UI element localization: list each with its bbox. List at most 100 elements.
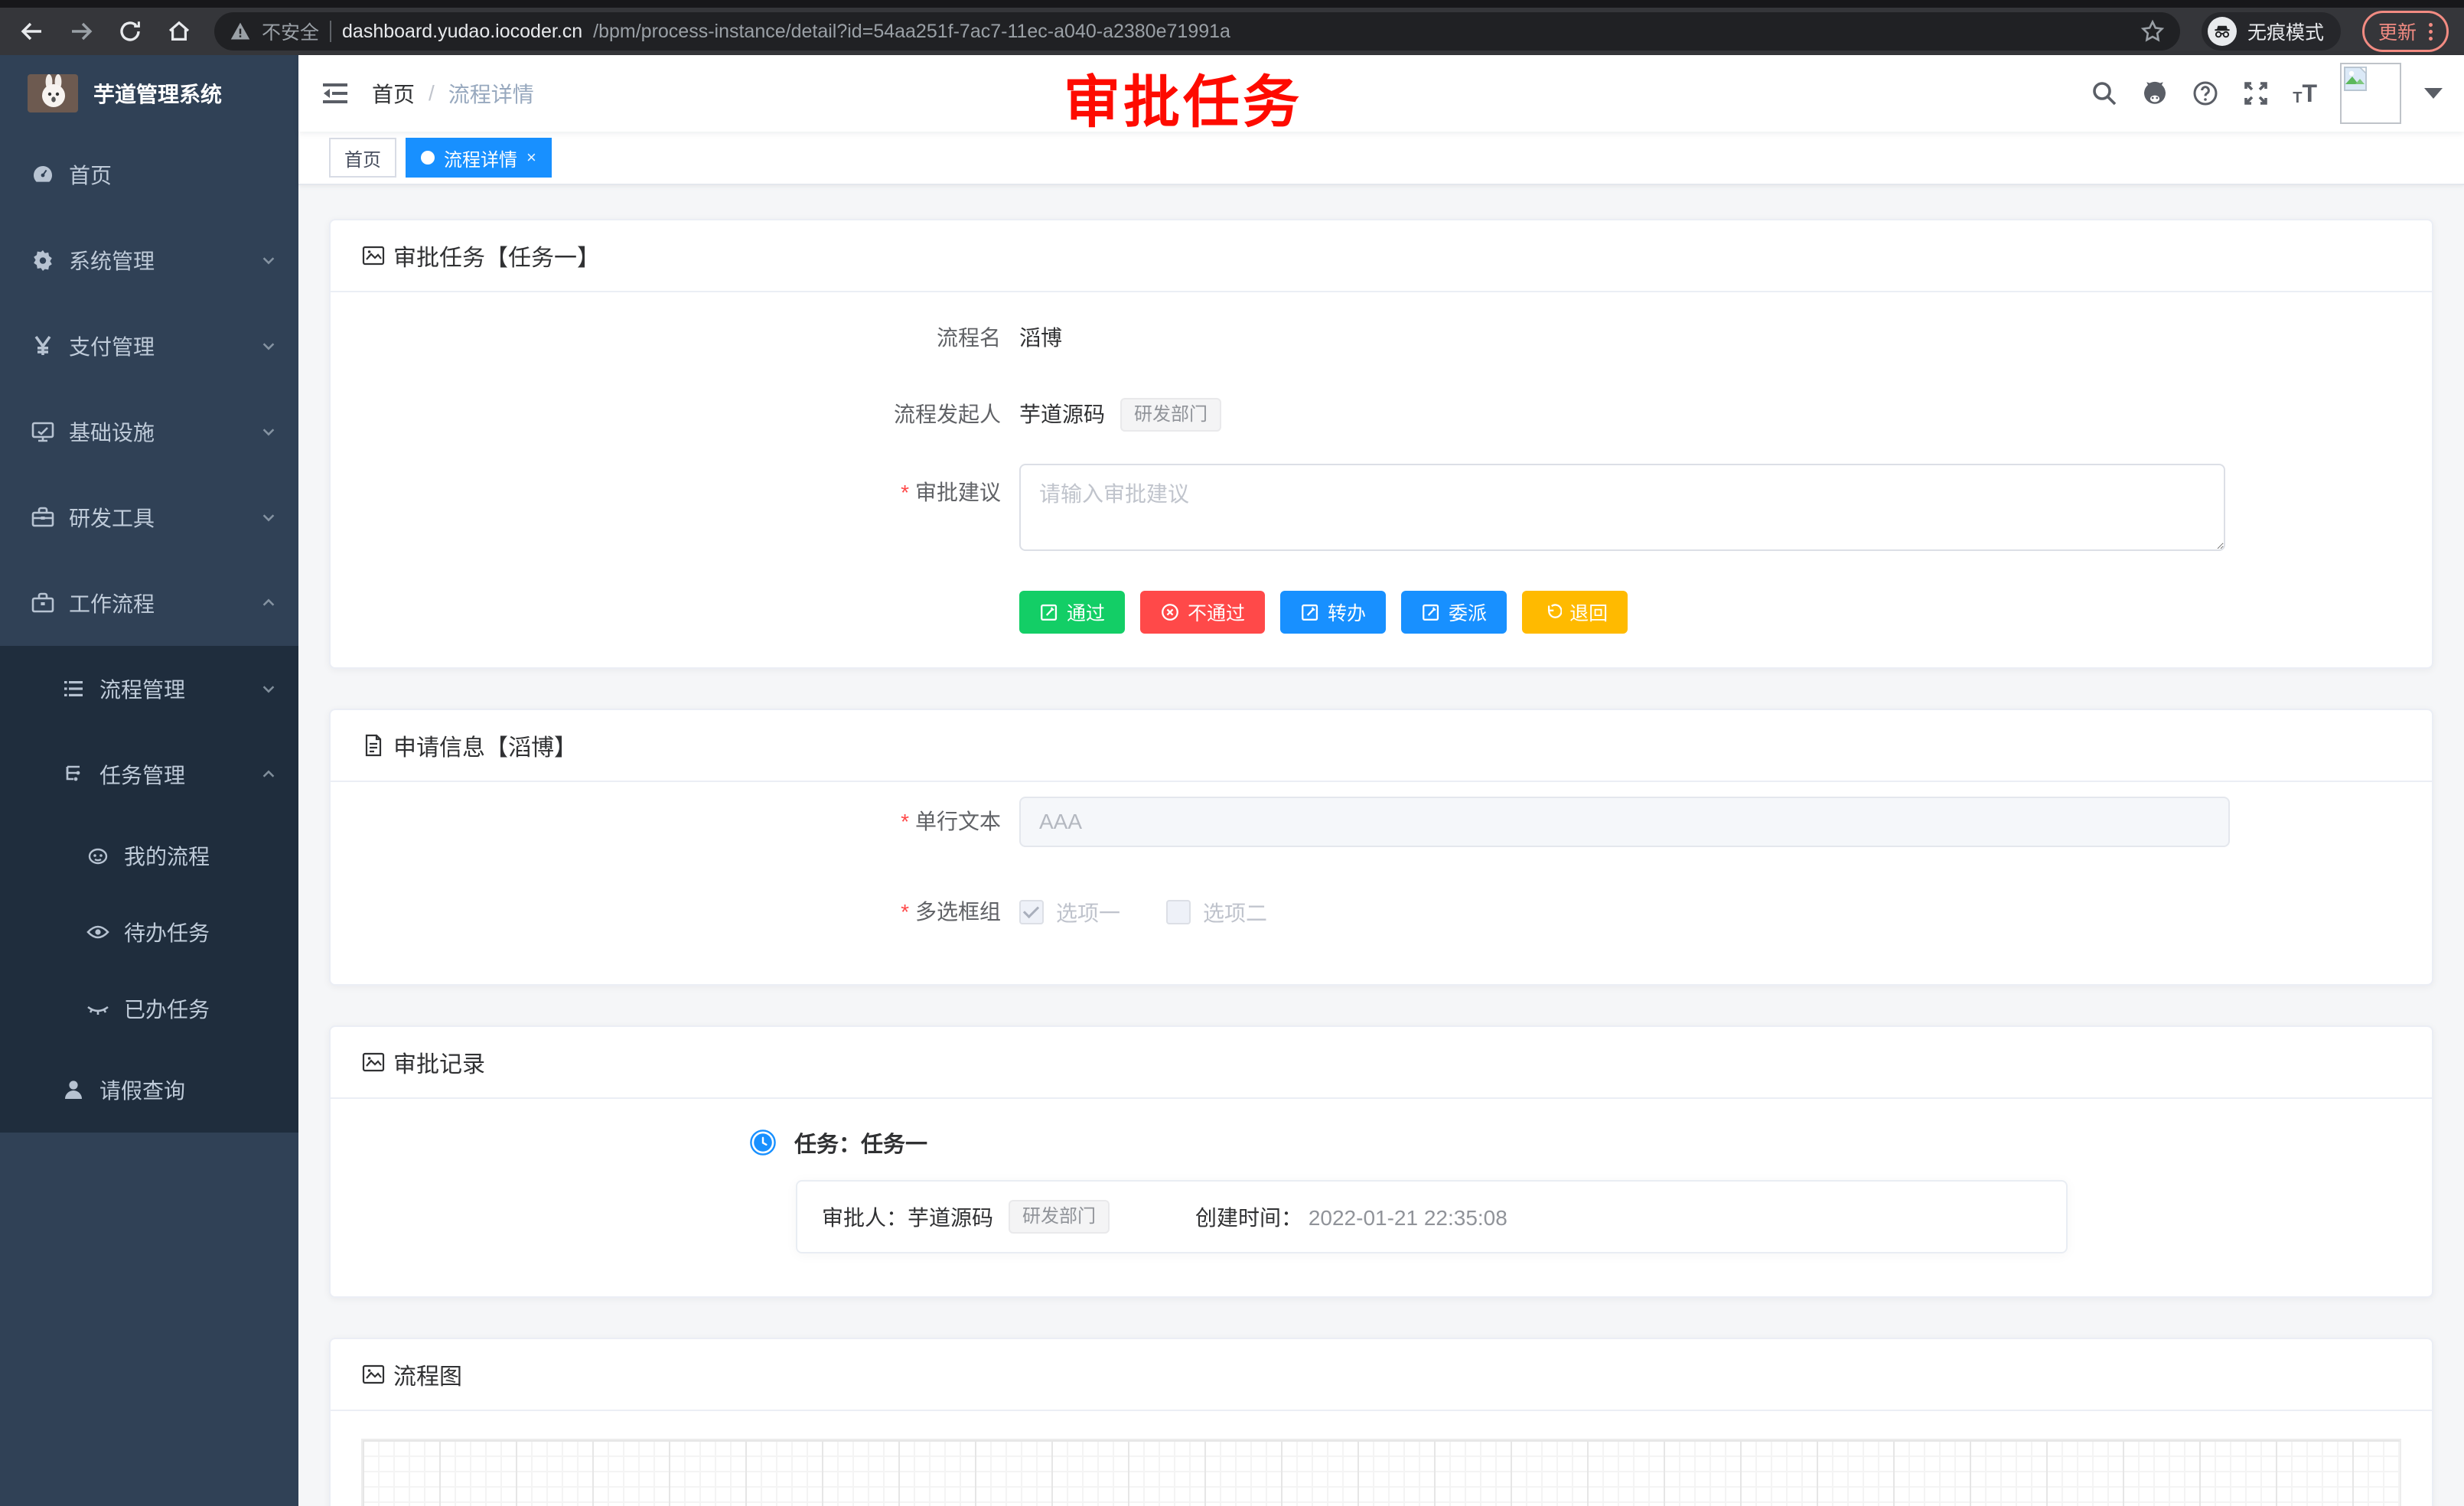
chevron-down-icon [260,423,277,440]
yen-icon [31,334,55,358]
warning-icon [230,21,251,42]
back-icon[interactable] [18,18,46,45]
sidebar-item-payment[interactable]: 支付管理 [0,303,298,389]
list-icon [61,676,86,701]
top-navbar: 首页 / 流程详情 审批任务 TT [298,55,2464,132]
checkbox-group-row: 多选框组 选项一 选项二 [361,895,2401,929]
sidebar-collapse-icon[interactable] [320,78,350,109]
github-icon[interactable] [2141,80,2169,107]
sidebar-item-devtools[interactable]: 研发工具 [0,474,298,560]
checkbox-label: 选项二 [1203,897,1267,927]
sidebar-item-done-tasks[interactable]: 已办任务 [0,970,298,1047]
approval-record-card: 审批记录 任务：任务一 审批人： 芋道源码 研发部门 [329,1025,2433,1298]
user-icon [61,1077,86,1102]
bookmark-star-icon[interactable] [2140,19,2165,44]
help-icon[interactable] [2192,80,2219,107]
eye-open-icon [86,920,110,944]
breadcrumb-current: 流程详情 [448,78,534,109]
tags-view: 首页 流程详情 × [298,132,2464,185]
sidebar-item-todo-tasks[interactable]: 待办任务 [0,894,298,970]
button-label: 退回 [1569,598,1608,626]
incognito-icon [2208,17,2237,46]
card-header: 流程图 [331,1339,2432,1411]
bpmn-canvas[interactable] [361,1439,2401,1506]
sidebar-item-label: 待办任务 [124,917,277,947]
process-name-row: 流程名 滔博 [361,311,2401,366]
sidebar-item-label: 已办任务 [124,993,277,1024]
url-bar[interactable]: 不安全 dashboard.yudao.iocoder.cn/bpm/proce… [214,12,2180,51]
checkbox-checked-icon [1019,900,1044,924]
transfer-button[interactable]: 转办 [1280,591,1386,634]
process-name-value: 滔博 [1019,311,1062,366]
sidebar-item-label: 工作流程 [69,588,246,618]
chevron-up-icon [260,766,277,783]
sidebar-item-leave-query[interactable]: 请假查询 [0,1047,298,1133]
sidebar-item-my-process[interactable]: 我的流程 [0,817,298,894]
incognito-label: 无痕模式 [2247,18,2324,45]
approver-value: 芋道源码 [908,1201,993,1232]
card-title: 流程图 [393,1358,462,1391]
initiator-value: 芋道源码 [1019,387,1105,442]
close-icon[interactable]: × [526,149,536,166]
checkbox-unchecked-icon [1166,900,1191,924]
fullscreen-icon[interactable] [2242,80,2270,107]
font-size-icon[interactable]: TT [2293,81,2317,106]
single-line-input: AAA [1019,797,2230,847]
field-label: 单行文本 [361,794,1019,849]
sidebar-item-task-mgmt[interactable]: 任务管理 [0,732,298,817]
reject-button[interactable]: 不通过 [1140,591,1265,634]
timeline-task-row: 任务：任务一 [750,1126,2401,1159]
card-title: 审批记录 [393,1045,485,1079]
card-title: 申请信息【滔博】 [393,729,577,762]
sidebar-item-label: 支付管理 [69,331,246,361]
update-button[interactable]: 更新 [2362,11,2449,52]
chevron-down-icon [260,252,277,269]
checkbox-label: 选项一 [1056,897,1120,927]
card-header: 申请信息【滔博】 [331,710,2432,782]
document-icon [361,733,386,758]
active-dot [421,151,435,165]
url-path: /bpm/process-instance/detail?id=54aa251f… [593,21,1230,43]
tree-icon [61,762,86,787]
suggestion-textarea[interactable] [1019,464,2225,551]
avatar[interactable] [2340,63,2401,124]
search-icon[interactable] [2091,80,2118,107]
sidebar-item-system[interactable]: 系统管理 [0,217,298,303]
breadcrumb-separator: / [429,81,435,106]
return-button[interactable]: 退回 [1522,591,1628,634]
navbar-actions: TT [2091,63,2443,124]
briefcase-icon [31,591,55,615]
tag-label: 首页 [344,145,381,171]
approve-button[interactable]: 通过 [1019,591,1125,634]
monitor-icon [31,419,55,444]
dept-tag: 研发部门 [1009,1200,1110,1234]
card-header: 审批任务【任务一】 [331,220,2432,292]
browser-menu-icon[interactable] [2429,23,2433,41]
tag-process-detail[interactable]: 流程详情 × [406,138,552,178]
gear-icon [31,248,55,272]
avatar-dropdown-icon[interactable] [2424,88,2443,99]
button-label: 委派 [1449,598,1487,626]
app-title: 芋道管理系统 [93,78,222,109]
sidebar-item-process-mgmt[interactable]: 流程管理 [0,646,298,732]
sidebar-item-home[interactable]: 首页 [0,132,298,217]
sidebar-item-workflow[interactable]: 工作流程 [0,560,298,646]
task-title: 任务：任务一 [794,1126,927,1159]
home-icon[interactable] [165,18,193,45]
picture-icon [361,243,386,268]
action-buttons: 通过 不通过 转办 委 [1019,591,2401,634]
approver-label: 审批人： [822,1201,908,1232]
browser-chrome: 不安全 dashboard.yudao.iocoder.cn/bpm/proce… [0,0,2464,55]
robot-icon [86,843,110,868]
sidebar-item-label: 系统管理 [69,245,246,275]
sidebar-item-label: 我的流程 [124,840,277,871]
app-logo-row[interactable]: 芋道管理系统 [0,55,298,132]
forward-icon[interactable] [67,18,95,45]
tag-home[interactable]: 首页 [329,138,396,178]
reload-icon[interactable] [116,18,144,45]
delegate-button[interactable]: 委派 [1401,591,1507,634]
breadcrumb-home[interactable]: 首页 [372,78,415,109]
approval-task-card: 审批任务【任务一】 流程名 滔博 流程发起人 芋道源码 研发部门 [329,219,2433,669]
sidebar-item-infra[interactable]: 基础设施 [0,389,298,474]
dept-tag: 研发部门 [1120,398,1221,432]
